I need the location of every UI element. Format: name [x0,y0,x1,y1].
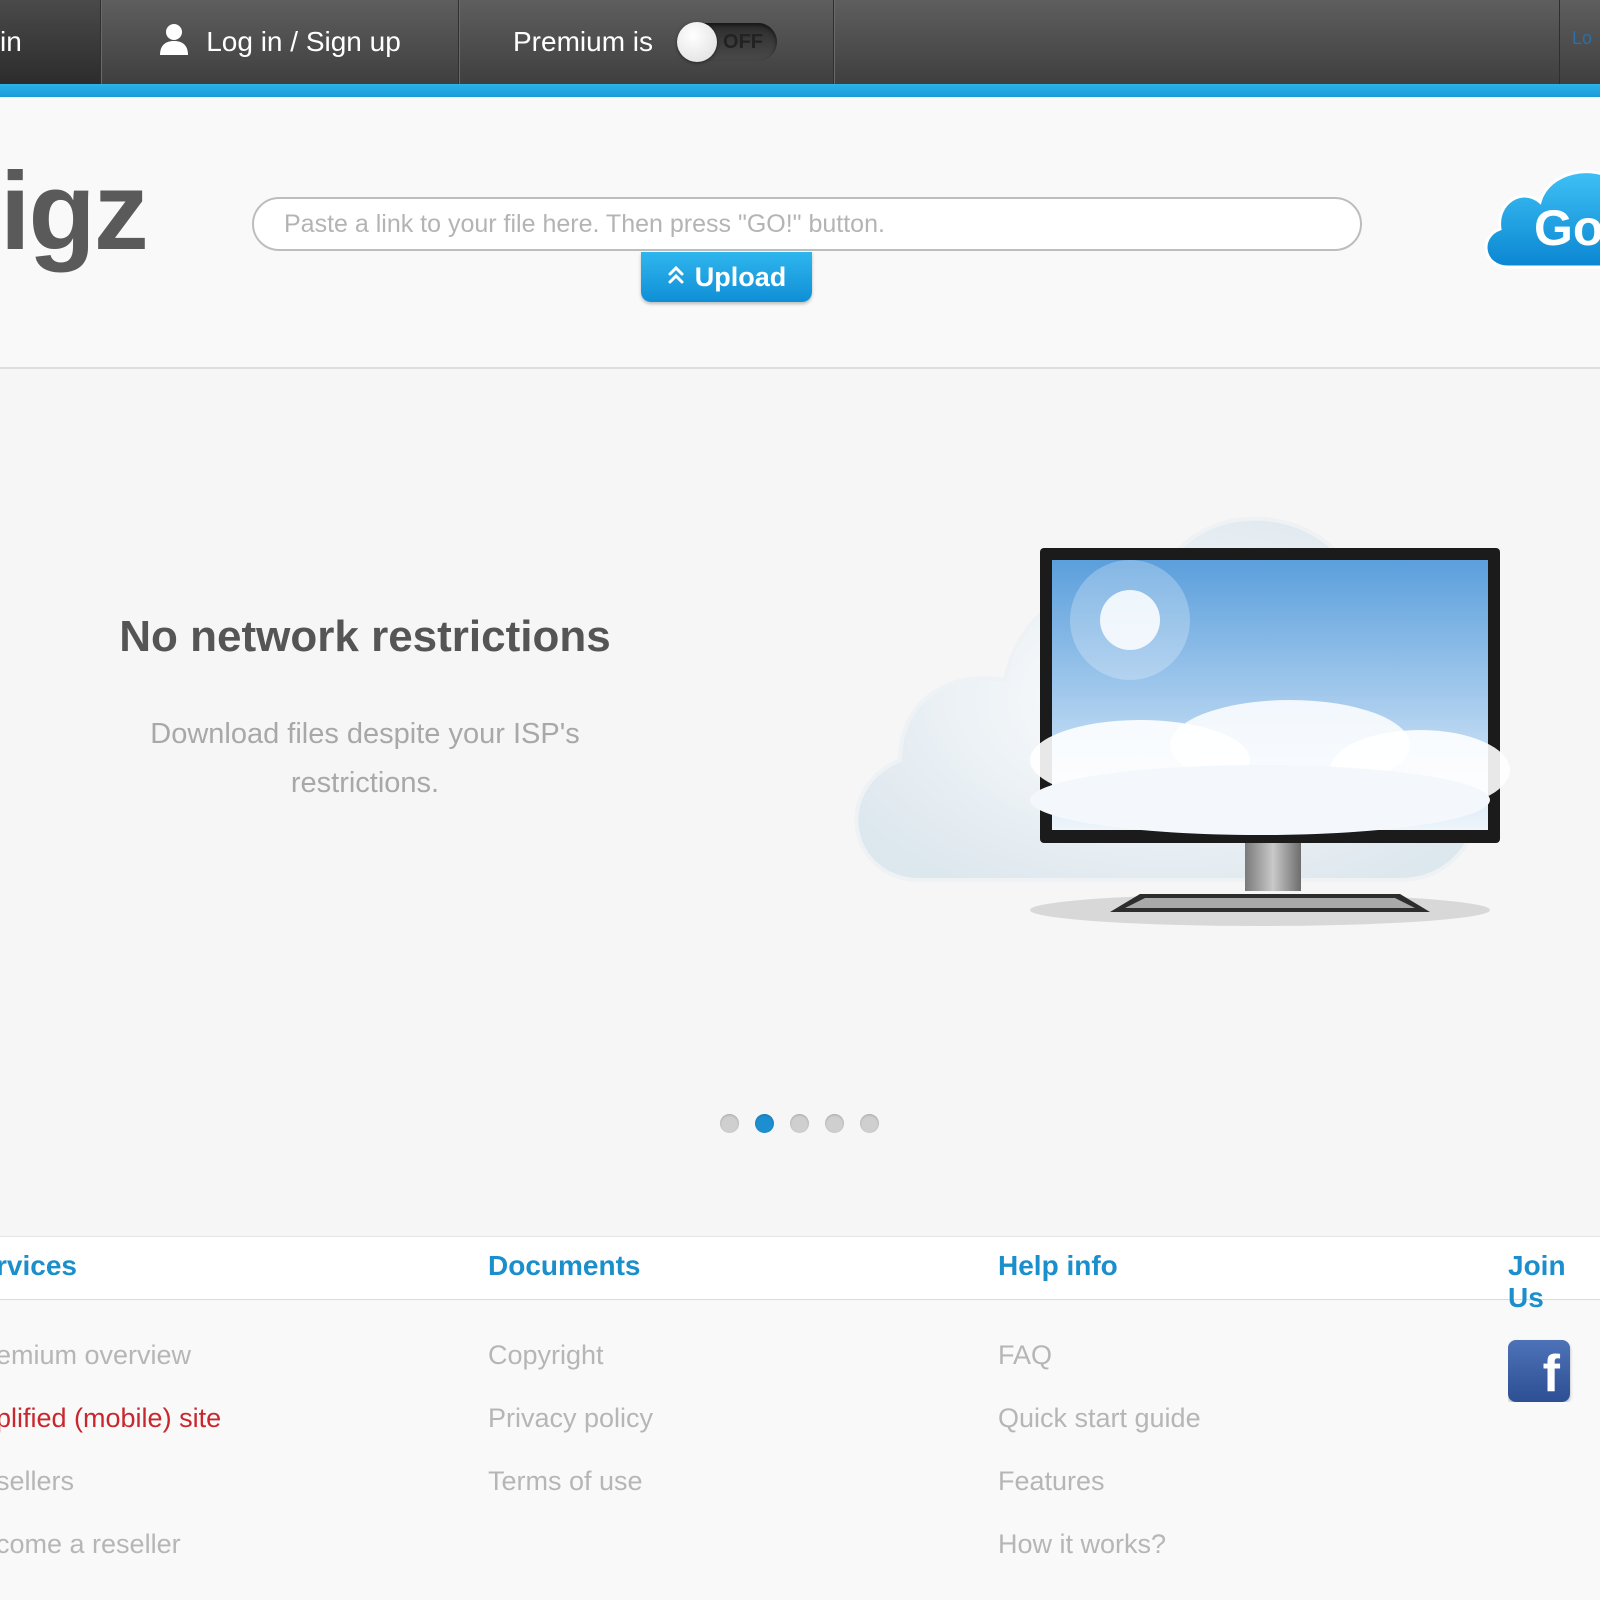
login-signup-label: Log in / Sign up [206,26,401,57]
upload-label: Upload [694,261,787,292]
upload-chevron-icon [667,262,685,293]
toggle-knob [677,22,718,62]
footer-link[interactable]: sellers [0,1466,221,1529]
footer-body [0,1300,1600,1600]
slider-dot-2[interactable] [755,1114,774,1133]
site-logo[interactable]: igz [0,157,149,267]
file-link-input[interactable] [252,197,1362,251]
footer-link[interactable]: plified (mobile) site [0,1403,221,1466]
footer-link[interactable]: Quick start guide [998,1403,1201,1466]
slider-dot-5[interactable] [860,1114,879,1133]
footer-link[interactable]: Privacy policy [488,1403,653,1466]
login-signup-link[interactable]: Log in / Sign up [101,0,459,84]
go-cloud-icon: Go [1484,170,1600,269]
slider-dot-3[interactable] [790,1114,809,1133]
slider-pagination [720,1114,879,1133]
footer-column-help: Help info FAQ Quick start guide Features… [998,1250,1201,1592]
premium-toggle[interactable]: OFF [677,22,778,62]
toggle-state-label: OFF [723,31,764,53]
nav-partial-label: in [0,26,22,57]
top-navigation-bar: in Log in / Sign up Premium is OFF Lo [0,0,1600,97]
slide-description: Download files despite your ISP's restri… [150,718,580,799]
go-button[interactable]: Go [1478,157,1600,277]
cloud-monitor-illustration [840,510,1520,950]
slider-dot-4[interactable] [825,1114,844,1133]
footer-link[interactable]: FAQ [998,1340,1201,1403]
footer-column-title: Help info [998,1250,1118,1281]
nav-right-partial-label: Lo [1572,28,1593,48]
facebook-letter: f [1542,1345,1560,1402]
footer-link[interactable]: Terms of use [488,1466,653,1529]
footer-column-join: Join Us f [1508,1250,1600,1402]
footer-link[interactable]: Copyright [488,1340,653,1403]
footer-column-title: rvices [0,1250,77,1281]
nav-right-partial-item[interactable]: Lo [1559,0,1600,84]
footer-column-documents: Documents Copyright Privacy policy Terms… [488,1250,653,1529]
accent-stripe [0,84,1600,97]
slider-dot-1[interactable] [720,1114,739,1133]
header: igz Upload Go [0,97,1600,369]
slide-title: No network restrictions [119,612,611,661]
go-label: Go [1534,200,1600,256]
user-icon [158,22,190,63]
upload-button[interactable]: Upload [641,252,812,302]
footer-column-services: rvices emium overview plified (mobile) s… [0,1250,221,1592]
footer-link[interactable]: Features [998,1466,1201,1529]
footer-link[interactable]: How it works? [998,1529,1201,1592]
premium-label: Premium is [513,26,654,57]
footer-column-title: Join Us [1508,1250,1566,1313]
footer-link[interactable]: emium overview [0,1340,221,1403]
nav-partial-item[interactable]: in [0,0,101,84]
footer-column-title: Documents [488,1250,641,1281]
footer-header-band [0,1236,1600,1301]
facebook-icon[interactable]: f [1508,1340,1570,1402]
premium-status: Premium is OFF [459,0,834,84]
footer-link[interactable]: come a reseller [0,1529,221,1592]
